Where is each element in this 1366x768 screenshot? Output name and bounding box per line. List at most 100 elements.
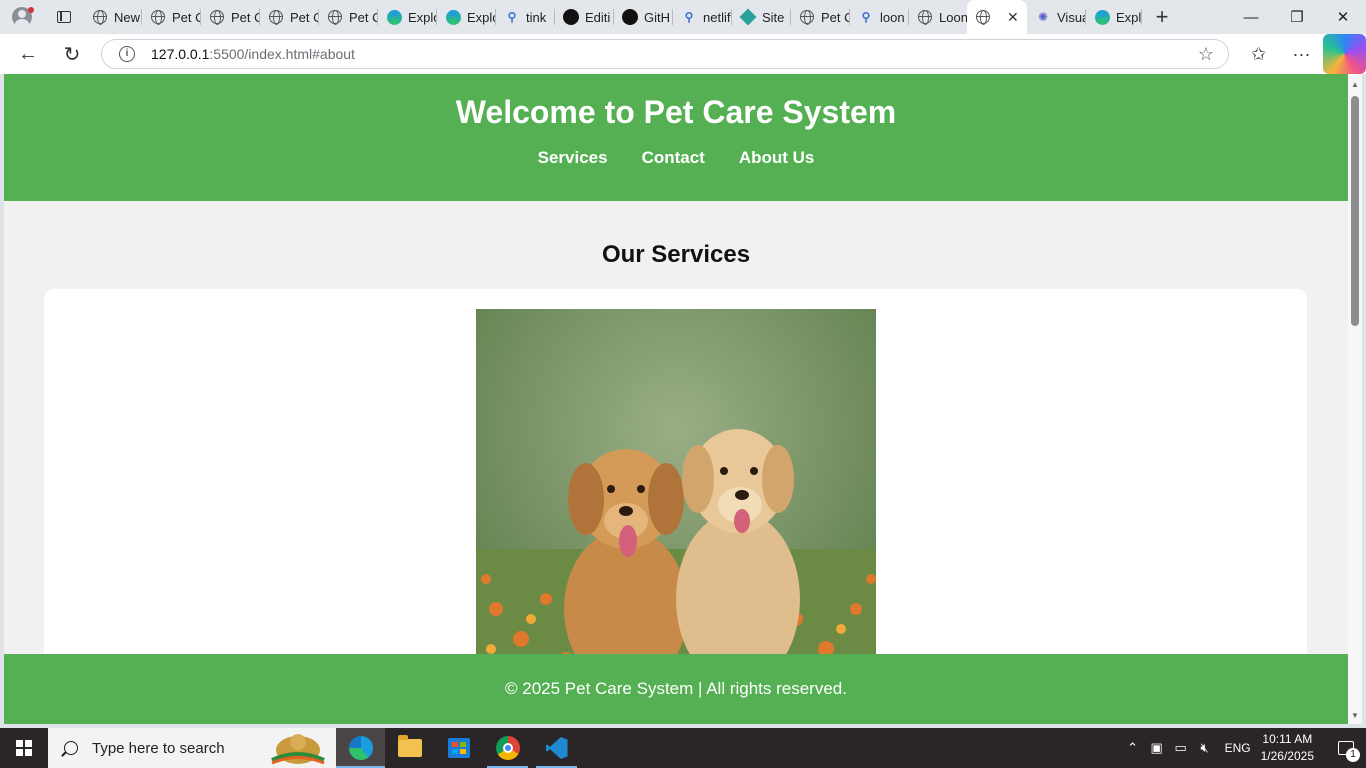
notification-count: 1	[1346, 748, 1360, 762]
tab-title: Explo	[467, 9, 496, 25]
globe-icon	[209, 9, 225, 25]
tab-title: netlif	[703, 9, 731, 25]
start-button[interactable]	[0, 728, 48, 768]
address-bar[interactable]: i 127.0.0.1:5500/index.html#about ☆	[101, 39, 1229, 69]
volume-muted-icon[interactable]: 🔇︎	[1193, 740, 1217, 756]
nav-link-services[interactable]: Services	[538, 148, 608, 168]
site-title: Welcome to Pet Care System	[455, 94, 897, 130]
language-indicator[interactable]: ENG	[1225, 741, 1251, 755]
vscode-icon: ✺	[1037, 10, 1049, 24]
site-nav: Services Contact About Us	[4, 148, 1348, 168]
tab-visual-studio[interactable]: ✺ Visua	[1027, 0, 1086, 34]
more-options-icon[interactable]: ···	[1280, 34, 1323, 74]
puppies-photo	[476, 309, 876, 709]
notification-dot	[28, 7, 34, 13]
tab-pet-care[interactable]: Pet C	[201, 0, 260, 34]
tab-netlify-site[interactable]: Site	[732, 0, 791, 34]
github-icon	[622, 9, 638, 25]
tab-pet-care[interactable]: Pet C	[791, 0, 850, 34]
tab-actions-button[interactable]	[44, 0, 84, 34]
restore-icon[interactable]: ❐	[1274, 0, 1320, 34]
tab-title: Pet C	[290, 9, 319, 25]
nav-link-about-us[interactable]: About Us	[739, 148, 815, 168]
close-window-icon[interactable]: ✕	[1320, 0, 1366, 34]
favorite-star-icon[interactable]: ☆	[1198, 44, 1214, 65]
scrollbar-thumb[interactable]	[1351, 96, 1359, 326]
tab-active[interactable]: ✕	[967, 0, 1027, 34]
back-arrow-icon: ←	[18, 42, 38, 65]
edge-icon	[348, 736, 373, 760]
minimize-icon[interactable]: —	[1228, 0, 1274, 34]
notifications-button[interactable]: 1	[1326, 728, 1366, 768]
tab-title: Editi	[585, 9, 611, 25]
windows-taskbar: Type here to search ⌃ ▣ ▭ 🔇︎ ENG 10:11 A…	[0, 728, 1366, 768]
back-button[interactable]: ←	[6, 34, 50, 74]
url-text[interactable]: 127.0.0.1:5500/index.html#about	[151, 46, 355, 62]
copilot-button[interactable]	[1323, 34, 1366, 74]
tab-pet-care[interactable]: Pet C	[142, 0, 201, 34]
globe-icon	[799, 9, 815, 25]
tab-title: Loon	[939, 9, 967, 25]
taskbar-chrome[interactable]	[483, 728, 532, 768]
scroll-down-icon[interactable]: ▼	[1351, 711, 1359, 720]
tab-pet-care[interactable]: Pet C	[319, 0, 378, 34]
site-footer: © 2025 Pet Care System | All rights rese…	[4, 654, 1348, 724]
tab-actions-icon	[57, 11, 71, 23]
nav-link-contact[interactable]: Contact	[642, 148, 705, 168]
meet-now-icon[interactable]: ▣	[1145, 740, 1169, 756]
globe-icon	[975, 9, 991, 25]
globe-icon	[917, 9, 933, 25]
two-puppies-image	[476, 309, 876, 709]
profile-button[interactable]	[0, 0, 44, 34]
url-path: :5500/index.html#about	[209, 46, 355, 62]
new-tab-button[interactable]: +	[1142, 4, 1182, 30]
tab-loon[interactable]: Loon	[909, 0, 967, 34]
tab-search-tink[interactable]: ⚲ tink	[496, 0, 555, 34]
edge-icon	[445, 9, 461, 25]
tab-title: GitH	[644, 9, 670, 25]
tab-title: Pet C	[231, 9, 260, 25]
toolbar-right: ✩ ···	[1237, 34, 1366, 74]
tab-search-netlify[interactable]: ⚲ netlif	[673, 0, 732, 34]
chevron-up-icon[interactable]: ⌃	[1121, 740, 1145, 756]
globe-icon	[327, 9, 343, 25]
tab-github-edit[interactable]: Editi	[555, 0, 614, 34]
scroll-up-icon[interactable]: ▲	[1351, 80, 1359, 89]
globe-icon	[268, 9, 284, 25]
tab-new[interactable]: New	[84, 0, 142, 34]
tab-pet-care[interactable]: Pet C	[260, 0, 319, 34]
tab-explore[interactable]: Explo	[378, 0, 437, 34]
refresh-button[interactable]: ↻	[50, 34, 94, 74]
tab-explore[interactable]: Explo	[1086, 0, 1142, 34]
taskbar-edge[interactable]	[336, 728, 385, 768]
taskbar-vscode[interactable]	[532, 728, 581, 768]
tab-github[interactable]: GitH	[614, 0, 673, 34]
window-controls: — ❐ ✕	[1228, 0, 1366, 34]
taskbar-file-explorer[interactable]	[385, 728, 434, 768]
browser-toolbar: ← ↻ i 127.0.0.1:5500/index.html#about ☆ …	[0, 34, 1366, 74]
tab-search-loon[interactable]: ⚲ loon	[850, 0, 909, 34]
vscode-icon	[545, 737, 568, 759]
tab-title: Explo	[408, 9, 437, 25]
clock[interactable]: 10:11 AM 1/26/2025	[1261, 731, 1314, 765]
taskbar-store[interactable]	[434, 728, 483, 768]
copilot-icon	[1323, 34, 1366, 74]
footer-copyright: © 2025 Pet Care System | All rights rese…	[505, 679, 847, 698]
network-icon[interactable]: ▭	[1169, 740, 1193, 756]
page-viewport: Welcome to Pet Care System Services Cont…	[4, 74, 1348, 724]
chrome-icon	[495, 736, 520, 760]
search-icon: ⚲	[507, 10, 517, 24]
system-tray: ⌃ ▣ ▭ 🔇︎ ENG 10:11 AM 1/26/2025 1	[1121, 728, 1366, 768]
url-host: 127.0.0.1	[151, 46, 210, 62]
favorites-icon[interactable]: ✩	[1237, 34, 1280, 74]
close-tab-icon[interactable]: ✕	[1007, 9, 1019, 26]
windows-logo-icon	[16, 740, 32, 756]
globe-icon	[92, 9, 108, 25]
section-title: Our Services	[601, 241, 751, 268]
tab-explore[interactable]: Explo	[437, 0, 496, 34]
page-scrollbar[interactable]: ▲ ▼	[1348, 74, 1362, 724]
site-info-icon[interactable]: i	[119, 46, 135, 62]
taskbar-search-box[interactable]: Type here to search	[48, 728, 336, 768]
globe-icon	[150, 9, 166, 25]
search-icon	[64, 741, 78, 755]
